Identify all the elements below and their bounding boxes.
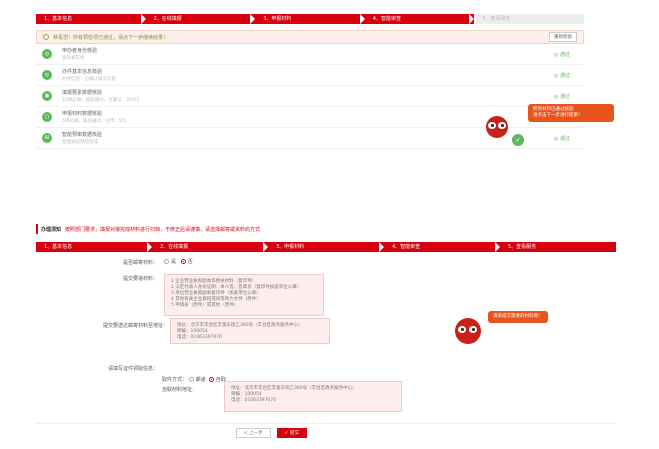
check-row: ▣ 填报要素数据核验 10项必填，核验通过，已确认：20/21 ◎ 通过 — [36, 86, 584, 107]
opt-yes-label: 是 — [171, 259, 177, 265]
recheck-button[interactable]: 重新检验 — [549, 32, 577, 42]
assistant-bubble-2: 请来提交需要的材料哦！ — [488, 311, 548, 323]
check-row: ◎ 办件基本信息核验办件信息：已确认填写信息 ◎ 通过 — [36, 65, 584, 86]
pickup-addr-label: 自取材料地址： — [162, 387, 198, 393]
step-5: 5、查看服务 — [500, 242, 616, 252]
check-circle-icon — [43, 34, 49, 40]
notice-text: 按照部门要求，填报对接完成材料进行归档，不修正后请谨慎，请选择邮寄或资料的方式 — [65, 226, 261, 233]
assistant-bubble: 所有材料已通过核验 请点击下一步进行结果！ — [528, 104, 614, 122]
submit-button[interactable]: ✓ 提交 — [276, 428, 307, 438]
row-sub: 办件信息：已确认填写信息 — [62, 77, 116, 82]
step-bar-2: 1、基本信息 2、在线填报 3、申报材料 4、智能审查 5、查看服务 — [36, 242, 616, 252]
opt-mail-label: 邮递 — [195, 377, 206, 383]
address-line: 电话：01063397070 — [177, 335, 222, 340]
check-row: ◎ 申办者身份核验 身份真实性 ◎ 通过 — [36, 44, 584, 65]
row-sub: 智能核验预检完成 — [62, 140, 98, 145]
alert-text: 恭喜您！所有预检项已通过，请点下一步继续结果！ — [53, 34, 169, 41]
opt-no-label: 否 — [187, 259, 193, 265]
nav-buttons: < 上一步 ✓ 提交 — [236, 428, 307, 438]
robot-mascot-icon — [455, 318, 481, 344]
check-icon: ✓ — [512, 134, 524, 146]
notice-bar: 办理须知 按照部门要求，填报对接完成材料进行归档，不修正后请谨慎，请选择邮寄或资… — [36, 224, 616, 234]
radio-yes[interactable] — [164, 259, 169, 264]
pass-status: ◎ 通过 — [554, 72, 570, 79]
address-box: 地址：北京市丰台区丰富东街乙360号（丰台区政务服务中心） 邮编：100054 … — [170, 318, 330, 344]
step-5: 5、查看服务 — [474, 14, 584, 24]
id-icon: ◎ — [42, 49, 52, 59]
address-line: 电话：01063397070 — [231, 398, 276, 403]
pass-status: ◎ 通过 — [554, 51, 570, 58]
pickup-question: 请填写证件领取信息： — [107, 366, 158, 372]
row-sub: 5项必填，核验通过，已传：5/5 — [62, 119, 127, 124]
verification-panel: 1、基本信息 2、在线填报 3、申报材料 4、智能审查 5、查看服务 恭喜您！所… — [36, 14, 584, 160]
step-1: 1、基本信息 — [36, 14, 146, 24]
file-icon: ▢ — [42, 112, 52, 122]
radio-pickup[interactable] — [208, 377, 214, 382]
step-3: 3、申报材料 — [268, 242, 384, 252]
row-title: 办件基本信息核验 — [62, 69, 103, 75]
row-title: 申报材料数据核验 — [62, 111, 103, 117]
pickup-label: 取件方式： — [162, 377, 188, 383]
row-title: 智能预审数据核验 — [62, 132, 103, 138]
doc-icon: ◎ — [42, 70, 52, 80]
radio-mail[interactable] — [188, 377, 194, 382]
address-question: 提交要送达邮寄材料至地址： — [102, 323, 168, 329]
radio-no[interactable] — [180, 259, 186, 264]
mail-radio-group: 是 否 — [164, 258, 193, 265]
step-bar: 1、基本信息 2、在线填报 3、申报材料 4、智能审查 5、查看服务 — [36, 14, 584, 24]
success-alert: 恭喜您！所有预检项已通过，请点下一步继续结果！ 重新检验 — [36, 30, 584, 44]
step-4: 4、智能审查 — [384, 242, 500, 252]
step-2: 2、在线填报 — [152, 242, 268, 252]
materials-question: 提交要递材料： — [122, 276, 158, 282]
pickup-address-box: 地址：北京市丰台区丰富东街乙360号（丰台区政务服务中心） 邮编：100054 … — [224, 381, 402, 412]
notice-title: 办理须知 — [41, 226, 62, 233]
robot-mascot-icon — [486, 116, 508, 138]
step-3: 3、申报材料 — [255, 14, 365, 24]
mail-question: 是否邮寄材料： — [122, 260, 158, 266]
material-item: 5 申请表（原件）或其他（原件） — [171, 303, 239, 308]
row-sub: 身份真实性 — [62, 56, 85, 61]
pass-status: ◎ 通过 — [554, 135, 570, 142]
row-title: 申办者身份核验 — [62, 48, 98, 54]
ai-icon: AI — [42, 133, 52, 143]
row-sub: 10项必填，核验通过，已确认：20/21 — [62, 98, 140, 103]
pass-status: ◎ 通过 — [554, 93, 570, 100]
step-1: 1、基本信息 — [36, 242, 152, 252]
row-title: 填报要素数据核验 — [62, 90, 103, 96]
prev-button[interactable]: < 上一步 — [236, 428, 271, 438]
pickup-method: 取件方式： 邮递 自取 — [162, 376, 226, 383]
materials-list: 1 企业营业执照副本等相关材料（复印件） 2 法定代表人身份证明：本人签、签章页… — [164, 274, 324, 316]
step-4: 4、智能审查 — [364, 14, 475, 24]
form-icon: ▣ — [42, 91, 52, 101]
footer-divider — [36, 423, 616, 424]
step-2: 2、在线填报 — [145, 14, 256, 24]
